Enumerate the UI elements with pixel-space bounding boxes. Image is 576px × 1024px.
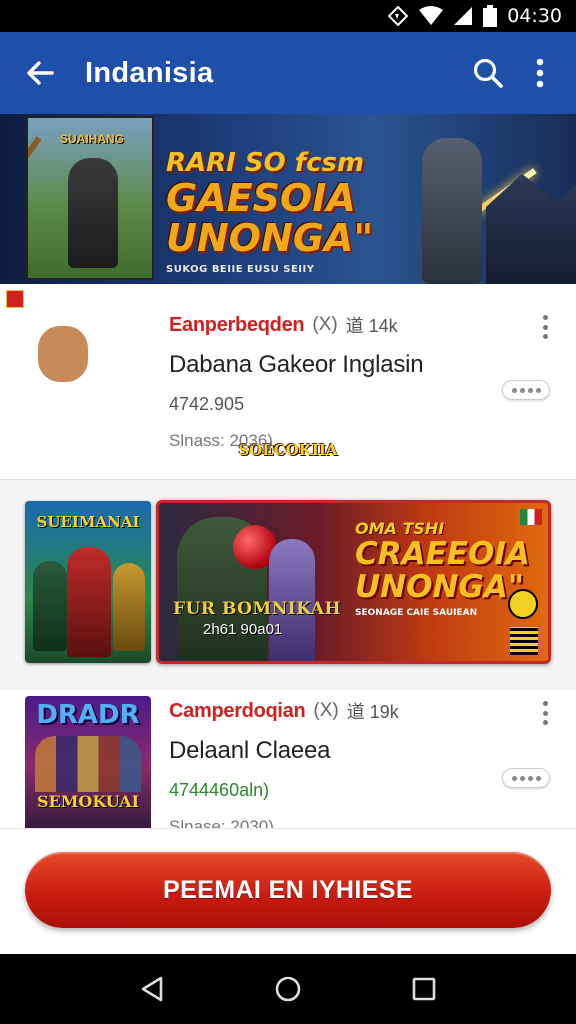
promo-banner[interactable]: FUR BOMNIKAH 2h61 90a01 OMA TSHI CRAEEOI… xyxy=(156,500,551,664)
release-info: Slnase: 2030) xyxy=(169,817,274,828)
promo-title-big-1: CRAEEOIA xyxy=(355,536,530,572)
game-title[interactable]: Delaanl Claeea xyxy=(169,737,399,765)
nav-back-button[interactable] xyxy=(128,965,176,1013)
pill-dot xyxy=(527,775,533,781)
app-bar: Indanisia xyxy=(0,32,576,114)
qr-code-icon xyxy=(510,627,538,655)
cover-title-top: DRADR xyxy=(36,700,140,730)
item-meta: Eanperbeqden (X) 道 14k Dabana Gakeor Ing… xyxy=(169,312,424,451)
cover-art-character xyxy=(38,326,88,382)
developer-row: Eanperbeqden (X) 道 14k xyxy=(169,312,423,338)
download-count: 道 14k xyxy=(345,316,398,336)
battery-icon xyxy=(483,5,498,27)
banner-headline-big-1: GAESOIA xyxy=(166,176,356,220)
banner-art-figure xyxy=(68,158,118,268)
cover-title-bottom: SEMOKUAI xyxy=(36,792,140,811)
flag-icon xyxy=(520,509,542,525)
developer-name[interactable]: Camperdoqian xyxy=(169,700,306,723)
banner-headline: RARI SO fcsm GAESOIA UNONGA" SUKOG BEIIE… xyxy=(166,148,416,275)
banner-art-hero xyxy=(422,138,482,284)
banner-art-staff xyxy=(28,136,42,263)
close-circle-icon: (X) xyxy=(312,314,338,335)
nav-home-button[interactable] xyxy=(264,965,312,1013)
arrow-back-icon xyxy=(27,61,54,85)
bottom-action-area: PEEMAI EN IYHIESE xyxy=(0,828,576,954)
kebab-dot xyxy=(542,315,548,320)
kebab-dot xyxy=(542,720,548,725)
wifi-icon xyxy=(419,6,444,26)
nav-recents-icon xyxy=(412,977,436,1001)
kebab-dot xyxy=(542,334,548,339)
kebab-dot xyxy=(542,324,548,330)
item-more-button[interactable] xyxy=(536,312,554,342)
banner-headline-top: RARI SO fcsm xyxy=(166,148,365,178)
promo-subtitle: FUR BOMNIKAH xyxy=(173,599,342,619)
status-bar: 04:30 xyxy=(0,0,576,32)
kebab-dot xyxy=(542,701,548,706)
game-cover[interactable]: SUEIMANAI xyxy=(25,501,151,663)
cover-badge xyxy=(6,290,24,308)
banner-headline-small: SUKOG BEIIE EUSU SEIIY xyxy=(166,264,315,275)
nav-recents-button[interactable] xyxy=(400,965,448,1013)
pill-dot xyxy=(535,775,541,781)
cover-art-crowd xyxy=(35,736,141,792)
cover-art-hero-center xyxy=(67,547,111,657)
list-item[interactable]: SOECOKIIA Eanperbeqden (X) 道 14k Dabana … xyxy=(0,284,576,480)
pill-dot xyxy=(511,387,517,393)
close-circle-icon: (X) xyxy=(313,700,339,721)
banner-headline-big-2: UNONGA" xyxy=(166,216,374,260)
more-options-button[interactable] xyxy=(514,47,566,99)
download-count: 道 19k xyxy=(346,702,399,722)
item-meta: Camperdoqian (X) 道 19k Delaanl Claeea 47… xyxy=(169,698,399,829)
game-price: 4744460aln) xyxy=(169,780,270,800)
nav-back-icon xyxy=(141,976,163,1002)
game-price: 4742.905 xyxy=(169,394,245,414)
pill-dot xyxy=(519,387,525,393)
banner-thumbnail-title: SUAIHANG xyxy=(59,132,124,146)
pill-dot xyxy=(511,775,517,781)
pill-dot xyxy=(535,387,541,393)
notification-icon xyxy=(387,6,409,26)
cover-title: SUEIMANAI xyxy=(36,513,140,531)
search-button[interactable] xyxy=(462,47,514,99)
promo-subtitle-2: 2h61 90a01 xyxy=(203,621,283,638)
list-item[interactable]: SUEIMANAI FUR BOMNIKAH 2h61 90a01 OMA TS… xyxy=(0,480,576,690)
game-title[interactable]: Dabana Gakeor Inglasin xyxy=(169,351,424,379)
back-button[interactable] xyxy=(13,46,67,100)
page-title: Indanisia xyxy=(85,56,214,89)
kebab-dot xyxy=(542,710,548,716)
primary-cta-button[interactable]: PEEMAI EN IYHIESE xyxy=(25,852,551,928)
banner-thumbnail[interactable]: SUAIHANG xyxy=(26,116,154,280)
release-info: Slnass: 2036) xyxy=(169,431,273,450)
promo-title-small: SEONAGE CAIE SAUIEAN xyxy=(355,608,478,618)
promo-title: OMA TSHI CRAEEOIA UNONGA" SEONAGE CAIE S… xyxy=(355,519,530,618)
system-nav-bar xyxy=(0,954,576,1024)
nav-home-icon xyxy=(275,976,301,1002)
more-vert-icon xyxy=(536,58,544,88)
item-options-pill[interactable] xyxy=(502,380,550,400)
cover-art-hero-left xyxy=(33,561,67,651)
list-item[interactable]: DRADR SEMOKUAI Camperdoqian (X) 道 19k De… xyxy=(0,690,576,828)
promo-title-big-2: UNONGA" xyxy=(355,569,525,605)
coin-icon xyxy=(508,589,538,619)
game-cover[interactable]: DRADR SEMOKUAI xyxy=(25,696,151,828)
featured-banner[interactable]: SUAIHANG RARI SO fcsm GAESOIA UNONGA" SU… xyxy=(0,114,576,284)
signal-icon xyxy=(453,6,473,26)
developer-row: Camperdoqian (X) 道 19k xyxy=(169,698,399,724)
search-icon xyxy=(473,58,503,88)
status-time: 04:30 xyxy=(507,5,562,27)
developer-name[interactable]: Eanperbeqden xyxy=(169,314,305,337)
pill-dot xyxy=(519,775,525,781)
pill-dot xyxy=(527,387,533,393)
cover-art-hero-right xyxy=(113,563,145,651)
item-options-pill[interactable] xyxy=(502,768,550,788)
item-more-button[interactable] xyxy=(536,698,554,728)
